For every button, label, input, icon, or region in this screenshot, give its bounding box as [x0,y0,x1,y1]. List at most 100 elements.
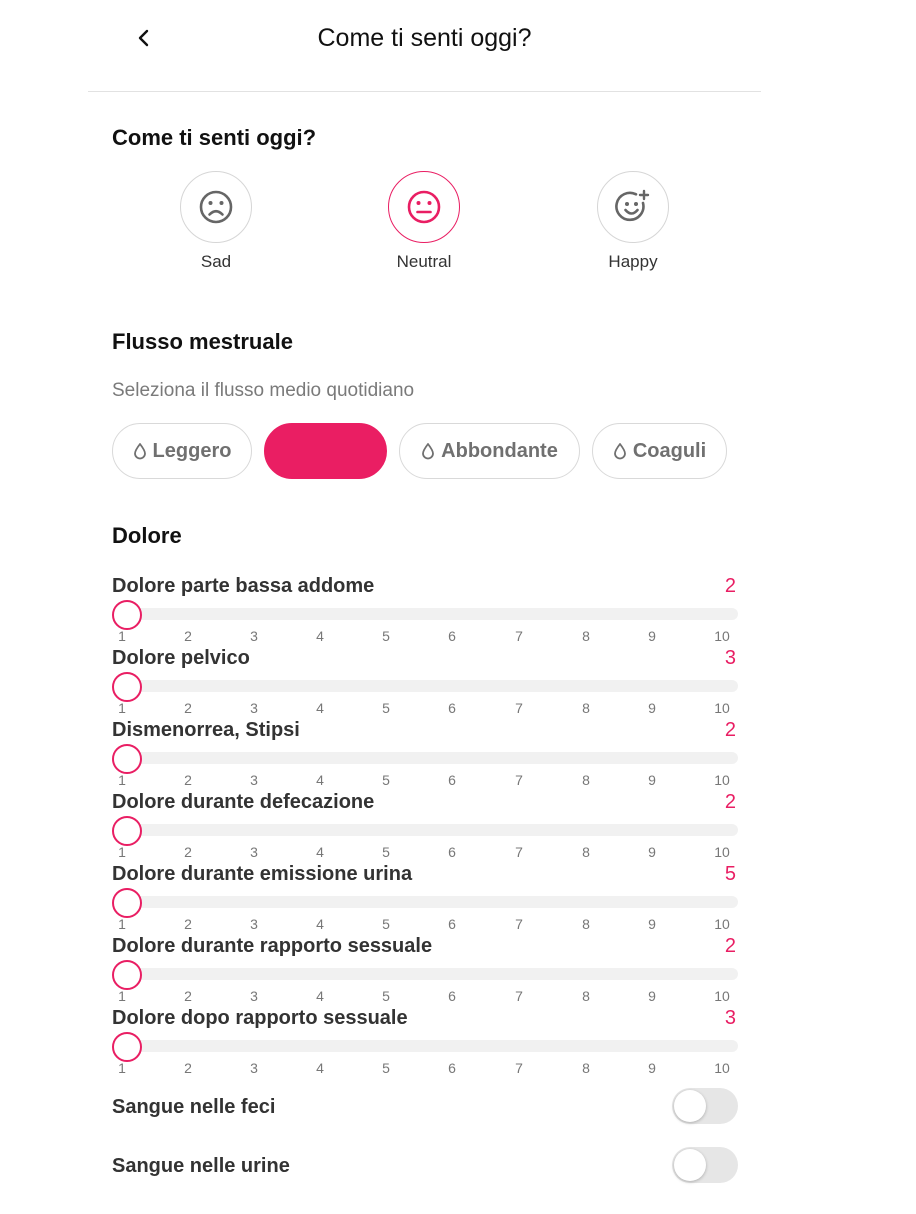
slider-value: 5 [724,863,736,885]
scale-tick: 4 [316,844,324,860]
scale-tick: 9 [648,1060,656,1076]
scale-tick: 3 [250,844,258,860]
toggle-knob [674,1149,706,1181]
slider-thumb[interactable] [112,816,142,846]
scale-tick: 3 [250,628,258,644]
blood-urine-toggle[interactable] [672,1147,738,1183]
slider-thumb[interactable] [112,600,142,630]
slider-track[interactable] [112,824,738,836]
scale-tick: 5 [382,700,390,716]
scale-tick: 10 [714,844,730,860]
scale-tick: 3 [250,772,258,788]
slider-thumb[interactable] [112,888,142,918]
slider-label: Dolore parte bassa addome [112,575,375,597]
mood-section-title: Come ti senti oggi? [112,125,317,150]
scale-tick: 7 [515,916,523,932]
scale-tick: 7 [515,988,523,1004]
slider-label: Dismenorrea, Stipsi [112,719,300,741]
flow-option-selected[interactable] [264,423,387,479]
scale-tick: 6 [448,844,456,860]
slider-label: Dolore durante emissione urina [112,863,413,885]
flow-option-coaguli[interactable]: Coaguli [592,423,727,479]
slider-scale: 1 2 3 4 5 6 7 8 9 10 [112,628,738,646]
scale-tick: 5 [382,628,390,644]
scale-tick: 10 [714,628,730,644]
flow-option-abbondante[interactable]: Abbondante [399,423,580,479]
slider-thumb[interactable] [112,672,142,702]
scale-tick: 10 [714,772,730,788]
mood-option-sad[interactable]: Sad [166,171,266,272]
scale-tick: 4 [316,916,324,932]
chip-label: Coaguli [632,439,707,462]
flow-section-title: Flusso mestruale [112,329,293,354]
slider-scale: 1 2 3 4 5 6 7 8 9 10 [112,844,738,862]
slider-thumb[interactable] [112,960,142,990]
slider-track[interactable] [112,752,738,764]
mood-circle[interactable] [388,171,460,243]
scale-tick: 9 [648,916,656,932]
slider-scale: 1 2 3 4 5 6 7 8 9 10 [112,1060,738,1078]
slider-label: Dolore durante rapporto sessuale [112,935,433,957]
scale-tick: 9 [648,700,656,716]
slider-track[interactable] [112,968,738,980]
slider-label: Dolore dopo rapporto sessuale [112,1007,408,1029]
toggle-row-blood-stool: Sangue nelle feci [112,1088,738,1124]
flow-option-leggero[interactable]: Leggero [112,423,252,479]
slider-value: 2 [724,791,736,813]
slider-value: 2 [724,935,736,957]
pain-slider: Dismenorrea, Stipsi 2 1 2 3 4 5 6 7 8 9 10 [112,719,738,788]
slider-track[interactable] [112,1040,738,1052]
slider-scale: 1 2 3 4 5 6 7 8 9 10 [112,988,738,1006]
mood-option-neutral[interactable]: Neutral [374,171,474,272]
mood-label: Happy [608,252,658,271]
drop-icon [613,443,626,460]
scale-tick: 4 [316,772,324,788]
blood-stool-toggle[interactable] [672,1088,738,1124]
slider-value: 2 [724,575,736,597]
scale-tick: 3 [250,1060,258,1076]
mood-circle[interactable] [597,171,669,243]
scale-tick: 2 [184,844,192,860]
neutral-face-icon [407,190,441,224]
pain-slider: Dolore parte bassa addome 2 1 2 3 4 5 6 7 8 9 10 [112,575,738,644]
scale-tick: 6 [448,1060,456,1076]
slider-scale: 1 2 3 4 5 6 7 8 9 10 [112,916,738,934]
scale-tick: 8 [582,844,590,860]
page-title: Come ti senti oggi? [317,24,532,52]
toggle-label: Sangue nelle feci [112,1096,276,1118]
scale-tick: 5 [382,916,390,932]
scale-tick: 6 [448,916,456,932]
scale-tick: 3 [250,988,258,1004]
flow-subtitle: Seleziona il flusso medio quotidiano [112,380,415,401]
scale-tick: 2 [184,916,192,932]
scale-tick: 2 [184,700,192,716]
scale-tick: 5 [382,772,390,788]
scale-tick: 1 [118,988,126,1004]
slider-value: 3 [724,647,736,669]
slider-track[interactable] [112,608,738,620]
scale-tick: 8 [582,772,590,788]
scale-tick: 7 [515,772,523,788]
scale-tick: 1 [118,1060,126,1076]
scale-tick: 4 [316,988,324,1004]
slider-track[interactable] [112,680,738,692]
happy-face-plus-icon [615,189,650,222]
pain-slider: Dolore durante defecazione 2 1 2 3 4 5 6 7 8 9 10 [112,791,738,860]
mood-option-happy[interactable]: Happy [583,171,683,272]
scale-tick: 7 [515,700,523,716]
slider-value: 3 [724,1007,736,1029]
scale-tick: 5 [382,844,390,860]
scale-tick: 1 [118,628,126,644]
scale-tick: 2 [184,1060,192,1076]
pain-slider: Dolore durante rapporto sessuale 2 1 2 3 4 5… [112,935,738,1004]
scale-tick: 9 [648,628,656,644]
mood-circle[interactable] [180,171,252,243]
slider-thumb[interactable] [112,744,142,774]
drop-icon [133,443,146,460]
scale-tick: 2 [184,772,192,788]
slider-track[interactable] [112,896,738,908]
scale-tick: 8 [582,700,590,716]
slider-thumb[interactable] [112,1032,142,1062]
scale-tick: 7 [515,1060,523,1076]
toggle-knob [674,1090,706,1122]
